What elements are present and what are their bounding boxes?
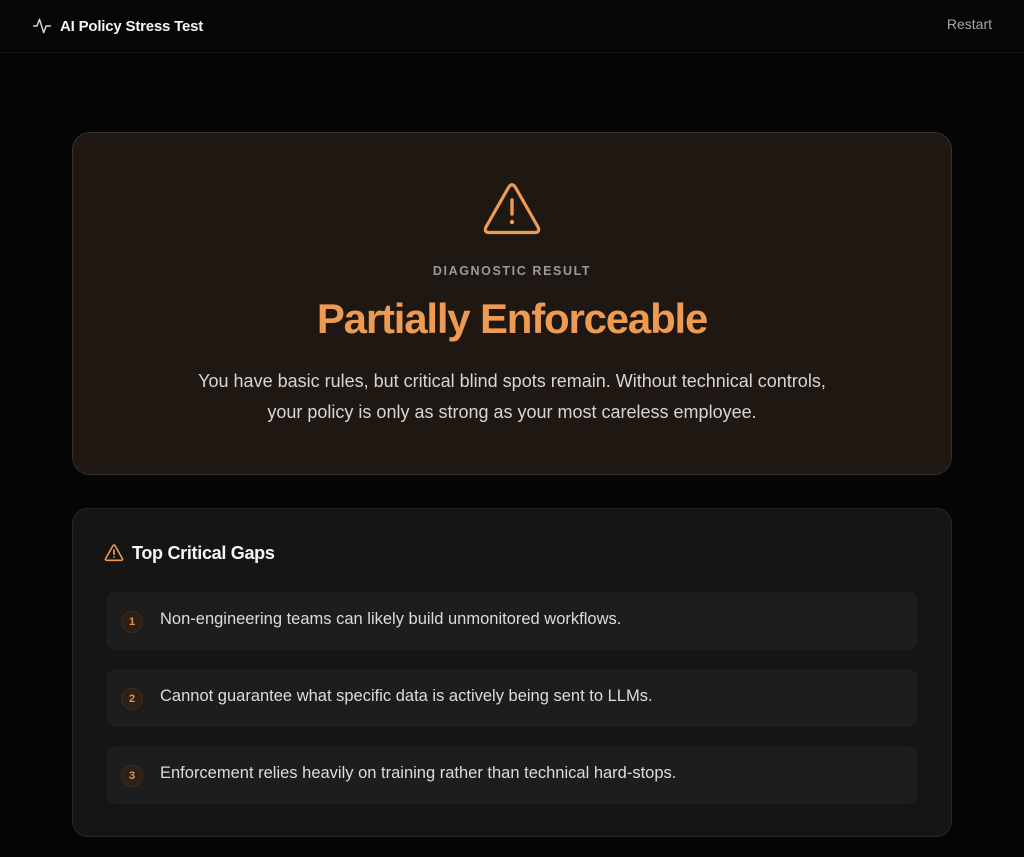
gap-number-badge: 1 <box>121 611 143 633</box>
gap-item: 2 Cannot guarantee what specific data is… <box>106 669 918 727</box>
brand[interactable]: AI Policy Stress Test <box>32 15 203 37</box>
critical-gaps-header: Top Critical Gaps <box>104 542 275 564</box>
gap-text: Enforcement relies heavily on training r… <box>160 764 677 782</box>
restart-button[interactable]: Restart <box>947 16 992 32</box>
gap-number-badge: 3 <box>121 765 143 787</box>
app-title: AI Policy Stress Test <box>60 17 204 35</box>
critical-gaps-title: Top Critical Gaps <box>132 542 275 563</box>
gap-item: 1 Non-engineering teams can likely build… <box>106 592 918 650</box>
warning-triangle-icon <box>482 182 542 236</box>
result-description: You have basic rules, but critical blind… <box>198 371 826 422</box>
gap-item: 3 Enforcement relies heavily on training… <box>106 746 918 804</box>
result-kicker: DIAGNOSTIC RESULT <box>432 264 592 278</box>
gap-text: Cannot guarantee what specific data is a… <box>160 687 653 705</box>
gap-text: Non-engineering teams can likely build u… <box>160 610 622 628</box>
gap-number-badge: 2 <box>121 688 143 710</box>
activity-pulse-icon <box>32 16 52 36</box>
top-bar: AI Policy Stress Test Restart <box>0 0 1024 53</box>
warning-triangle-icon <box>104 543 124 563</box>
result-title: Partially Enforceable <box>316 295 709 342</box>
